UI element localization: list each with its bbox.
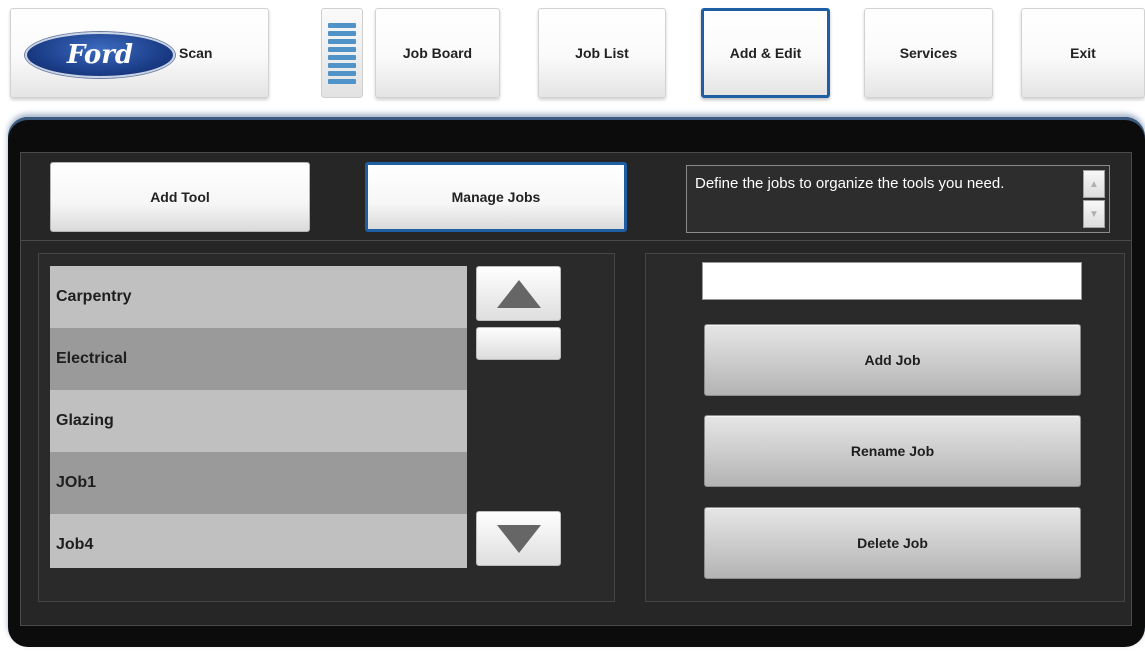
rename-job-button[interactable]: Rename Job	[704, 415, 1081, 487]
delete-job-label: Delete Job	[857, 535, 928, 551]
list-item[interactable]: Carpentry	[50, 266, 467, 328]
job-list-button[interactable]: Job List	[538, 8, 666, 98]
manage-jobs-label: Manage Jobs	[451, 189, 541, 205]
chevron-up-icon[interactable]: ▲	[1083, 170, 1105, 198]
add-job-button[interactable]: Add Job	[704, 324, 1081, 396]
job-list-label: Job List	[575, 45, 629, 61]
ford-logo: Ford	[25, 32, 175, 78]
add-edit-label: Add & Edit	[729, 45, 802, 61]
add-tool-label: Add Tool	[150, 189, 210, 205]
list-item-label: Carpentry	[56, 288, 132, 305]
delete-job-button[interactable]: Delete Job	[704, 507, 1081, 579]
list-item-label: Electrical	[56, 350, 128, 367]
scan-button[interactable]: Ford Scan	[10, 8, 269, 98]
list-item[interactable]: Glazing	[50, 390, 467, 452]
list-item-label: Job4	[56, 536, 94, 553]
chevron-down-icon[interactable]: ▼	[1083, 200, 1105, 228]
list-item-label: Glazing	[56, 412, 114, 429]
triangle-down-icon	[496, 524, 541, 553]
job-board-label: Job Board	[402, 45, 473, 61]
job-list[interactable]: Carpentry Electrical Glazing JOb1 Job4	[50, 266, 467, 568]
add-tool-button[interactable]: Add Tool	[50, 162, 310, 232]
menu-bars-icon[interactable]	[321, 8, 363, 98]
exit-button[interactable]: Exit	[1021, 8, 1145, 98]
services-label: Services	[899, 45, 958, 61]
job-board-button[interactable]: Job Board	[375, 8, 500, 98]
add-edit-button[interactable]: Add & Edit	[701, 8, 830, 98]
scan-label: Scan	[179, 45, 213, 61]
triangle-up-icon	[496, 279, 541, 308]
list-item[interactable]: Electrical	[50, 328, 467, 390]
scroll-up-button[interactable]	[476, 266, 561, 321]
manage-jobs-button[interactable]: Manage Jobs	[365, 162, 627, 232]
rename-job-label: Rename Job	[850, 443, 935, 459]
divider	[20, 240, 1132, 241]
description-text: Define the jobs to organize the tools yo…	[695, 175, 1005, 192]
services-button[interactable]: Services	[864, 8, 993, 98]
list-item[interactable]: JOb1	[50, 452, 467, 514]
list-item-label: JOb1	[56, 474, 97, 491]
scroll-down-button[interactable]	[476, 511, 561, 566]
description-scrollbar[interactable]: ▲ ▼	[1083, 170, 1105, 228]
exit-label: Exit	[1070, 45, 1096, 61]
add-job-label: Add Job	[864, 352, 921, 368]
list-item[interactable]: Job4	[50, 514, 467, 568]
description-box: Define the jobs to organize the tools yo…	[686, 165, 1110, 233]
job-name-input[interactable]	[702, 262, 1082, 300]
scroll-thumb[interactable]	[476, 327, 561, 360]
